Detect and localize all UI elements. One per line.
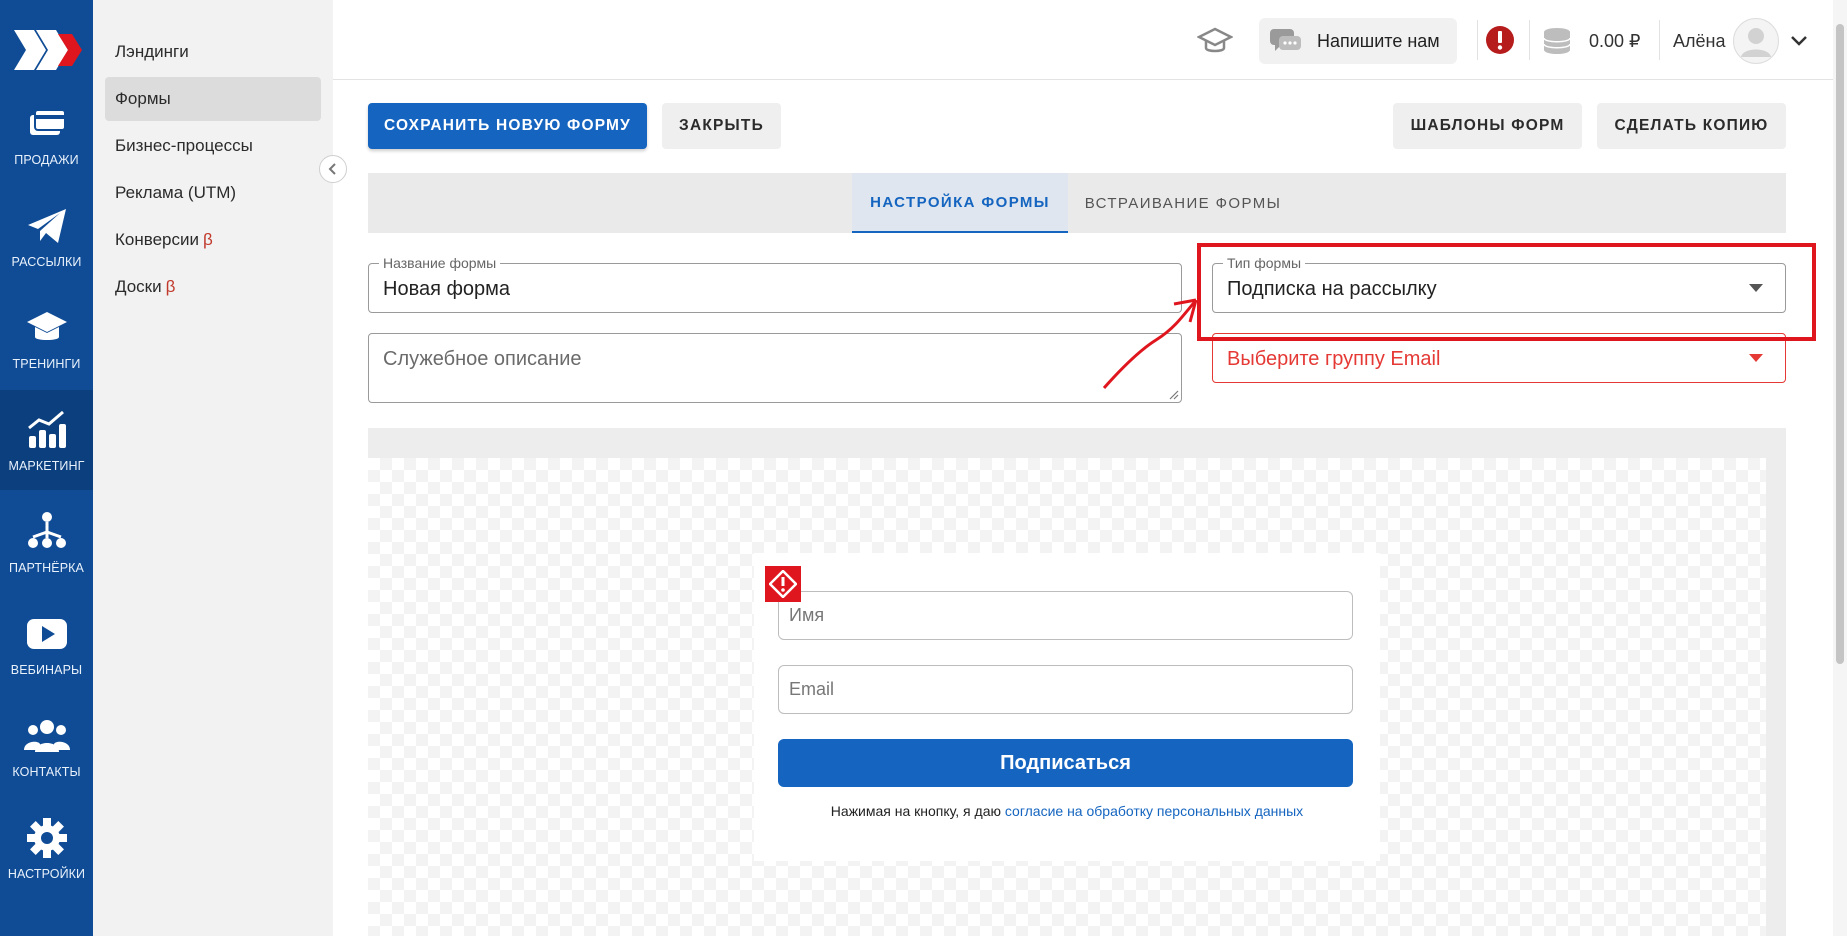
save-new-form-button[interactable]: СОХРАНИТЬ НОВУЮ ФОРМУ — [368, 103, 647, 149]
form-name-field[interactable]: Название формы Новая форма — [368, 255, 1182, 313]
preview-name-input[interactable]: Имя — [778, 591, 1353, 640]
rail-item-label: КОНТАКТЫ — [12, 765, 81, 779]
user-menu-toggle[interactable] — [1791, 32, 1809, 50]
coins-icon — [1541, 24, 1575, 58]
dropdown-arrow-icon — [1749, 354, 1763, 362]
growth-chart-icon — [24, 407, 70, 453]
consent-prefix: Нажимая на кнопку, я даю — [830, 803, 1005, 819]
form-name-label: Название формы — [379, 255, 501, 271]
form-tabs: НАСТРОЙКА ФОРМЫ ВСТРАИВАНИЕ ФОРМЫ — [368, 173, 1786, 233]
rail-item-label: ПРОДАЖИ — [14, 153, 79, 167]
dropdown-arrow-icon — [1749, 284, 1763, 292]
play-icon — [24, 611, 70, 657]
warning-diamond-icon — [769, 570, 797, 598]
email-group-select[interactable]: Выберите группу Email — [1212, 333, 1786, 383]
chat-bubbles-icon — [1270, 29, 1301, 51]
resize-handle-icon[interactable] — [1169, 390, 1179, 400]
form-templates-button[interactable]: ШАБЛОНЫ ФОРМ — [1393, 103, 1582, 149]
app-logo[interactable] — [0, 22, 93, 78]
preview-form-card: Имя Email Подписаться Нажимая на кнопку,… — [754, 553, 1380, 861]
preview-subscribe-button[interactable]: Подписаться — [778, 739, 1353, 787]
page-scrollbar-thumb[interactable] — [1836, 24, 1844, 664]
subnav-item-label: Бизнес-процессы — [115, 136, 253, 155]
rail-item-settings[interactable]: НАСТРОЙКИ — [0, 798, 93, 898]
rail-item-contacts[interactable]: КОНТАКТЫ — [0, 696, 93, 796]
balance-value[interactable]: 0.00 ₽ — [1589, 28, 1641, 54]
graduation-cap-icon — [1197, 27, 1233, 53]
preview-warning-button[interactable] — [765, 566, 801, 602]
subnav-item-utm[interactable]: Реклама (UTM) — [105, 171, 321, 215]
chevron-left-icon — [328, 163, 336, 175]
rail-item-webinars[interactable]: ВЕБИНАРЫ — [0, 594, 93, 694]
rail-item-label: ПАРТНЁРКА — [9, 561, 84, 575]
subnav-item-conversions[interactable]: Конверсии β — [105, 218, 321, 262]
subnav-item-business-processes[interactable]: Бизнес-процессы — [105, 124, 321, 168]
email-group-placeholder: Выберите группу Email — [1227, 348, 1441, 370]
preview-consent-text: Нажимая на кнопку, я даю согласие на обр… — [754, 803, 1380, 819]
marketing-subnav: Лэндинги Формы Бизнес-процессы Реклама (… — [93, 0, 333, 936]
user-name[interactable]: Алёна — [1673, 28, 1725, 54]
rail-item-label: НАСТРОЙКИ — [7, 867, 86, 881]
subnav-item-label: Доски — [115, 277, 162, 296]
rail-item-label: МАРКЕТИНГ — [8, 459, 85, 473]
subnav-item-label: Лэндинги — [115, 42, 189, 61]
rail-item-sales[interactable]: ПРОДАЖИ — [0, 84, 93, 184]
top-header: Напишите нам 0.00 ₽ Алёна — [333, 0, 1847, 80]
beta-badge: β — [203, 230, 213, 249]
training-cap-button[interactable] — [1197, 24, 1233, 58]
annotation-arrow-icon — [1102, 298, 1198, 389]
main-nav-rail: ПРОДАЖИ РАССЫЛКИ ТРЕНИНГИ МАРКЕТИНГ ПАРТ… — [0, 0, 93, 936]
form-type-label: Тип формы — [1223, 255, 1306, 271]
exclamation-icon — [1486, 26, 1514, 54]
service-description-placeholder: Служебное описание — [383, 348, 582, 370]
rail-item-label: ТРЕНИНГИ — [12, 357, 81, 371]
consent-link[interactable]: согласие на обработку персональных данны… — [1005, 803, 1303, 819]
subnav-item-boards[interactable]: Доски β — [105, 265, 321, 309]
subnav-item-label: Реклама (UTM) — [115, 183, 237, 202]
make-copy-button[interactable]: СДЕЛАТЬ КОПИЮ — [1597, 103, 1786, 149]
rail-item-marketing[interactable]: МАРКЕТИНГ — [0, 390, 93, 490]
gear-icon — [24, 815, 70, 861]
preview-email-input[interactable]: Email — [778, 665, 1353, 714]
rail-item-mailings[interactable]: РАССЫЛКИ — [0, 186, 93, 286]
rail-item-label: ВЕБИНАРЫ — [10, 663, 83, 677]
alert-button[interactable] — [1485, 24, 1517, 56]
collapse-subnav-button[interactable] — [319, 155, 347, 183]
card-icon — [24, 101, 70, 147]
form-name-value: Новая форма — [383, 278, 511, 300]
network-icon — [24, 509, 70, 555]
close-button[interactable]: ЗАКРЫТЬ — [662, 103, 781, 149]
subnav-item-forms[interactable]: Формы — [105, 77, 321, 121]
chat-us-button[interactable]: Напишите нам — [1259, 18, 1457, 64]
rail-item-trainings[interactable]: ТРЕНИНГИ — [0, 288, 93, 388]
subnav-item-label: Конверсии — [115, 230, 199, 249]
graduation-cap-icon — [24, 305, 70, 351]
beta-badge: β — [165, 277, 176, 296]
chat-button-label: Напишите нам — [1317, 30, 1440, 51]
tab-form-settings[interactable]: НАСТРОЙКА ФОРМЫ — [852, 173, 1068, 233]
user-avatar-icon — [1741, 28, 1771, 57]
paper-plane-icon — [24, 203, 70, 249]
tab-form-embedding[interactable]: ВСТРАИВАНИЕ ФОРМЫ — [1068, 173, 1298, 233]
form-type-select[interactable]: Тип формы Подписка на рассылку — [1212, 255, 1786, 313]
avatar[interactable] — [1733, 18, 1779, 64]
form-type-value: Подписка на рассылку — [1227, 278, 1437, 300]
subnav-item-label: Формы — [115, 89, 171, 108]
rail-item-partners[interactable]: ПАРТНЁРКА — [0, 492, 93, 592]
users-icon — [23, 713, 70, 759]
rail-item-label: РАССЫЛКИ — [11, 255, 82, 269]
chevron-down-icon — [1791, 36, 1807, 46]
service-description-field[interactable]: Служебное описание — [368, 333, 1182, 403]
subnav-item-landings[interactable]: Лэндинги — [105, 30, 321, 74]
